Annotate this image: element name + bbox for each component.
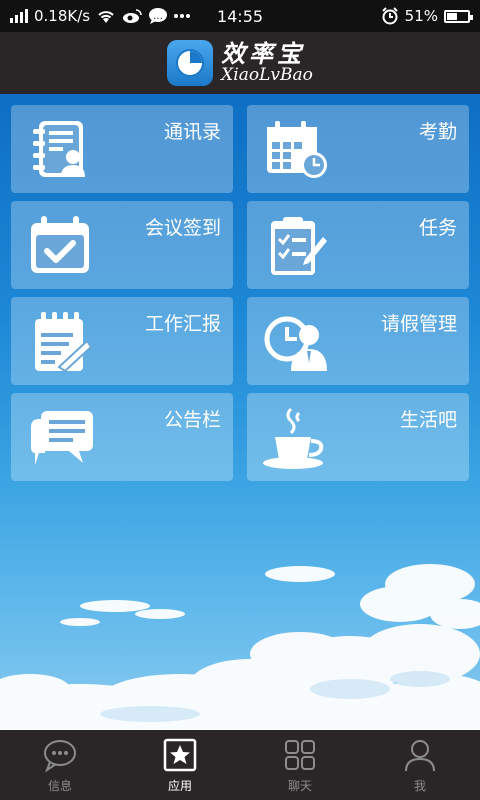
calendar-check-icon — [31, 216, 89, 273]
tile-label: 任务 — [418, 217, 457, 239]
calendar-clock-icon — [267, 121, 327, 178]
bottom-nav: 信息 应用 聊天 我 — [0, 730, 480, 800]
battery-text: 51% — [404, 7, 438, 25]
app-logo-icon — [167, 40, 214, 86]
tile-label: 生活吧 — [399, 409, 457, 431]
tile-label: 考勤 — [418, 121, 457, 143]
app-title-cn: 效率宝 — [221, 39, 306, 69]
tile-label: 公告栏 — [163, 409, 221, 431]
net-speed: 0.18K/s — [34, 7, 91, 25]
battery-icon — [444, 9, 473, 23]
status-right: 51% — [381, 7, 473, 25]
nav-chat[interactable]: 聊天 — [240, 730, 360, 800]
clipboard-task-icon — [271, 217, 327, 275]
nav-label: 信息 — [47, 778, 72, 793]
svg-text:…: … — [153, 11, 163, 22]
tile-leave-management[interactable]: 请假管理 — [247, 297, 469, 385]
main-content: 通讯录 考勤 会议签到 任务 工作汇报 请假管理 公告栏 生活吧 — [0, 94, 480, 730]
status-bar: 0.18K/s … 14:55 51% — [0, 0, 480, 32]
weibo-icon — [123, 9, 142, 23]
app-title-en: XiaoLvBao — [221, 64, 313, 85]
alarm-icon — [381, 7, 398, 25]
nav-me[interactable]: 我 — [360, 730, 480, 800]
tile-label: 通讯录 — [163, 121, 221, 143]
tile-life-bar[interactable]: 生活吧 — [247, 393, 469, 481]
wifi-icon — [98, 11, 114, 23]
nav-messages[interactable]: 信息 — [0, 730, 120, 800]
tile-meeting-checkin[interactable]: 会议签到 — [11, 201, 233, 289]
tile-bulletin-board[interactable]: 公告栏 — [11, 393, 233, 481]
tile-label: 会议签到 — [144, 217, 221, 239]
contacts-icon — [33, 121, 85, 177]
chat-bubble-icon: … — [149, 8, 168, 24]
tile-label: 请假管理 — [380, 313, 457, 335]
tile-label: 工作汇报 — [144, 313, 221, 335]
battery-fill — [447, 12, 457, 20]
signal-icon — [10, 9, 28, 23]
more-dots-icon — [174, 14, 191, 18]
person-clock-icon — [264, 316, 327, 371]
tile-work-report[interactable]: 工作汇报 — [11, 297, 233, 385]
message-bubbles-icon — [31, 411, 93, 465]
grid-icon — [285, 739, 315, 770]
nav-label: 聊天 — [287, 778, 312, 793]
app-logo-text: 效率宝 XiaoLvBao — [221, 41, 313, 84]
app-header: 效率宝 XiaoLvBao — [0, 32, 480, 94]
nav-apps[interactable]: 应用 — [120, 730, 240, 800]
user-icon — [405, 739, 435, 771]
nav-label: 我 — [413, 778, 426, 793]
tile-attendance[interactable]: 考勤 — [247, 105, 469, 193]
nav-label: 应用 — [167, 778, 192, 793]
status-left: 0.18K/s … — [10, 7, 381, 25]
tile-contacts[interactable]: 通讯录 — [11, 105, 233, 193]
message-icon — [44, 739, 76, 773]
notepad-pen-icon — [35, 312, 93, 373]
star-icon — [163, 738, 197, 771]
coffee-cup-icon — [263, 407, 324, 469]
tile-tasks[interactable]: 任务 — [247, 201, 469, 289]
